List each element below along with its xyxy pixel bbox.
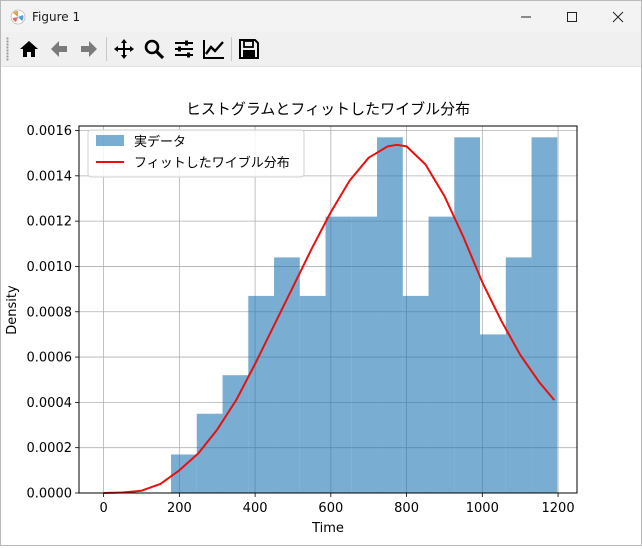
histogram-bar — [505, 257, 532, 493]
minimize-icon — [521, 16, 531, 17]
y-tick-label: 0.0008 — [27, 305, 73, 320]
y-tick-label: 0.0006 — [27, 351, 73, 366]
histogram-bar — [454, 137, 481, 494]
histogram-bar — [274, 257, 300, 493]
figure-window: Figure 1 ヒストグラムとフィットしたワイブル分布 0 200 400 6… — [0, 0, 642, 546]
toolbar-grip — [6, 37, 9, 61]
y-tick-label: 0.0016 — [27, 124, 73, 139]
histogram-chart: ヒストグラムとフィットしたワイブル分布 0 200 400 600 800 1000 120… — [5, 100, 578, 536]
matplotlib-app-icon — [10, 9, 26, 25]
x-tick-label: 1000 — [466, 501, 499, 516]
back-icon — [51, 41, 67, 57]
y-axis-label: Density — [5, 285, 20, 335]
x-tick-label: 1200 — [542, 501, 575, 516]
chart-title: ヒストグラムとフィットしたワイブル分布 — [186, 100, 470, 118]
home-icon — [20, 41, 38, 57]
toolbar-separator — [231, 37, 232, 61]
toolbar-separator — [106, 37, 107, 61]
forward-icon — [81, 41, 97, 57]
x-tick-label: 400 — [243, 501, 268, 516]
forward-button[interactable] — [74, 34, 104, 64]
histogram-bar — [222, 375, 249, 493]
y-tick-label: 0.0000 — [27, 487, 73, 502]
pan-icon — [114, 39, 134, 59]
figure-canvas[interactable]: ヒストグラムとフィットしたワイブル分布 0 200 400 600 800 1000 120… — [1, 67, 641, 545]
x-tick-label: 0 — [99, 501, 107, 516]
histogram-bar — [531, 137, 558, 494]
configure-icon — [175, 40, 193, 58]
y-tick-label: 0.0010 — [27, 260, 73, 275]
histogram-bar — [480, 334, 506, 493]
histogram-bar — [428, 216, 455, 493]
save-button[interactable] — [234, 34, 264, 64]
histogram-bar — [248, 295, 275, 493]
histogram-bar — [325, 216, 352, 493]
legend-label-histogram: 実データ — [134, 134, 186, 150]
x-axis-label: Time — [311, 521, 344, 536]
histogram-bar — [402, 295, 429, 493]
home-button[interactable] — [14, 34, 44, 64]
close-button[interactable] — [595, 1, 641, 32]
edit-axes-button[interactable] — [199, 34, 229, 64]
minimize-button[interactable] — [503, 1, 549, 32]
zoom-button[interactable] — [139, 34, 169, 64]
histogram-bar — [299, 295, 326, 493]
pan-button[interactable] — [109, 34, 139, 64]
x-tick-label: 800 — [394, 501, 419, 516]
x-tick-label: 600 — [318, 501, 343, 516]
zoom-icon — [144, 39, 165, 60]
close-icon — [612, 11, 624, 22]
histogram-bar — [351, 216, 378, 493]
maximize-button[interactable] — [549, 1, 595, 32]
maximize-icon — [567, 11, 577, 22]
y-tick-label: 0.0004 — [27, 396, 73, 411]
legend-label-fit-line: フィットしたワイブル分布 — [134, 155, 290, 171]
y-tick-label: 0.0012 — [27, 215, 73, 230]
title-bar: Figure 1 — [1, 1, 641, 32]
configure-subplots-button[interactable] — [169, 34, 199, 64]
save-icon — [239, 39, 259, 59]
window-title: Figure 1 — [32, 9, 81, 24]
legend-swatch-histogram — [96, 135, 124, 146]
legend: 実データ フィットしたワイブル分布 — [87, 129, 305, 178]
edit-axes-icon — [203, 40, 224, 59]
window-controls — [503, 1, 641, 32]
back-button[interactable] — [44, 34, 74, 64]
x-tick-label: 200 — [167, 501, 192, 516]
y-tick-label: 0.0014 — [27, 169, 73, 184]
y-tick-label: 0.0002 — [27, 441, 73, 456]
histogram-bar — [377, 137, 403, 494]
navigation-toolbar — [1, 32, 641, 67]
